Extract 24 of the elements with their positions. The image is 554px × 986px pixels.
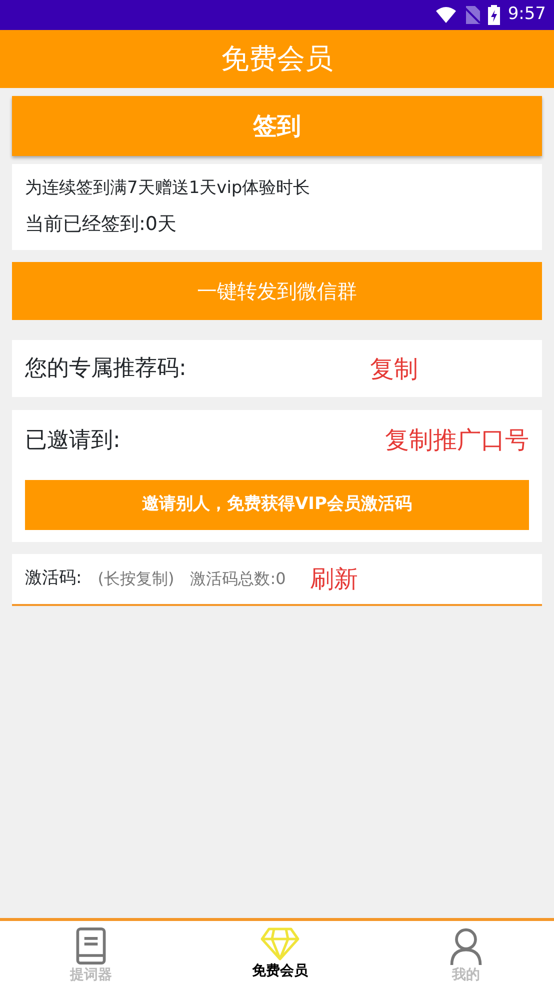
book-icon: [75, 927, 107, 965]
person-icon: [448, 927, 484, 965]
sign-in-button[interactable]: 签到: [12, 96, 542, 156]
sign-rule-text: 为连续签到满7天赠送1天vip体验时长: [25, 177, 312, 200]
nav-tab[interactable]: 提词器: [0, 921, 182, 986]
wifi-icon: [436, 7, 456, 23]
sign-count-text: 当前已经签到:0天: [25, 212, 178, 236]
copy-hint-text: (长按复制): [98, 568, 174, 590]
nav-tab[interactable]: 免费会员: [182, 921, 378, 986]
invite-button[interactable]: 邀请别人，免费获得VIP会员激活码: [25, 480, 529, 530]
share-button[interactable]: 一键转发到微信群: [12, 262, 542, 320]
clock-time: 9:57: [508, 3, 546, 26]
activation-code-label: 激活码:: [25, 567, 82, 590]
battery-charging-icon: [488, 5, 500, 25]
refresh-link[interactable]: 刷新: [310, 561, 358, 597]
diamond-icon: [260, 927, 300, 961]
copy-slogan-link[interactable]: 复制推广口号: [385, 422, 529, 458]
code-total-text: 激活码总数:0: [190, 568, 286, 590]
referral-code-label: 您的专属推荐码:: [25, 355, 188, 383]
copy-link[interactable]: 复制: [370, 350, 418, 386]
no-sim-icon: [464, 6, 480, 24]
invited-label: 已邀请到:: [25, 426, 120, 454]
app-title: 免费会员: [221, 41, 333, 77]
nav-tab[interactable]: 我的: [378, 921, 554, 986]
